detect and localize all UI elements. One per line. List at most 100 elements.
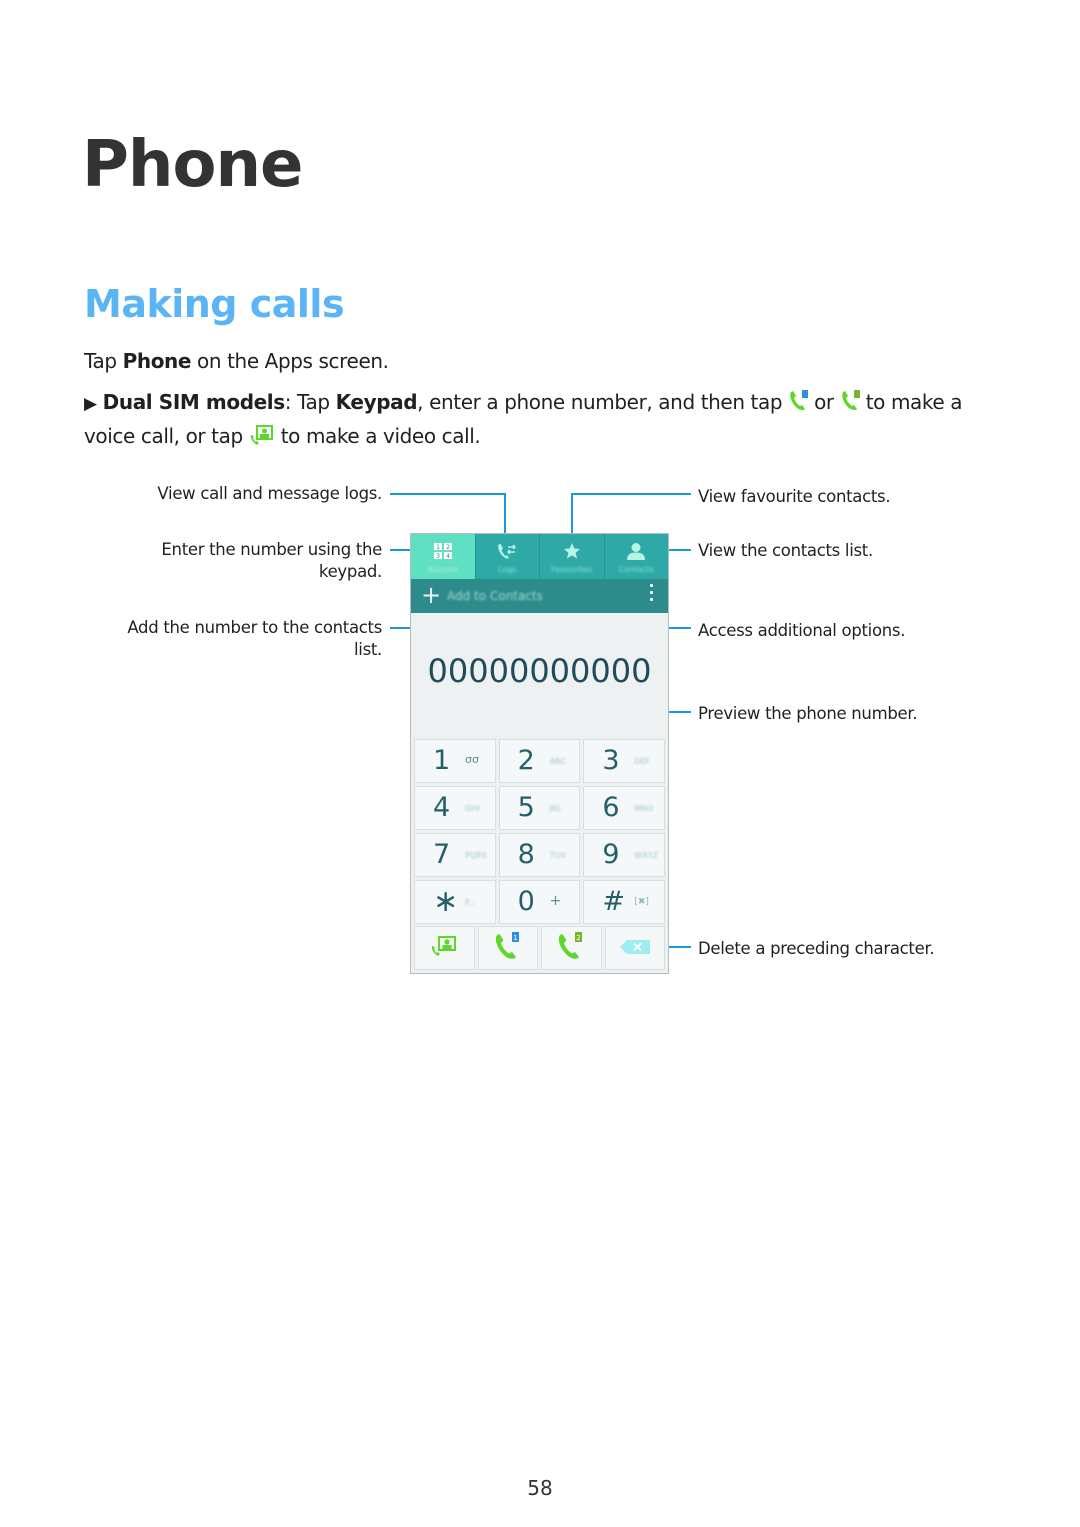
callout-add-contacts-line2: list. — [354, 640, 382, 659]
text: voice call, or tap — [84, 424, 243, 448]
phone-number-display: 00000000000 — [427, 652, 652, 690]
phone-app-name: Phone — [122, 349, 192, 373]
key-letters: GHI — [465, 804, 480, 813]
key-4[interactable]: 4 GHI — [414, 786, 496, 830]
sim2-call-button[interactable]: 2 — [541, 926, 602, 970]
callout-favourites: View favourite contacts. — [698, 487, 891, 506]
text: to make a — [865, 390, 963, 414]
tab-label: Contacts — [618, 565, 654, 574]
key-digit: 6 — [602, 792, 620, 823]
key-letters: DEF — [634, 757, 651, 766]
callout-contacts: View the contacts list. — [698, 541, 873, 560]
text: or — [814, 390, 834, 414]
key-7[interactable]: 7 PQRS — [414, 833, 496, 877]
star-icon — [560, 541, 584, 561]
dual-sim-label: Dual SIM models — [102, 390, 285, 414]
tab-label: Logs — [498, 565, 517, 574]
key-5[interactable]: 5 JKL — [498, 786, 581, 830]
dial-keypad: 1 σσ 2 ABC 3 DEF 4 GHI 5 JKL 6 MNO 7 PQRS 8 TUV … — [414, 739, 665, 924]
key-star[interactable]: ∗ P,; — [414, 880, 496, 924]
text: Tap — [84, 349, 123, 373]
action-bar: + Add to Contacts — [411, 579, 668, 613]
instruction-line-2: ▶ Dual SIM models: Tap Keypad, enter a p… — [84, 389, 962, 414]
phone-dialer-screenshot: 1234 Keypad Logs Favourites Contacts + A… — [410, 533, 669, 974]
key-letters: P,; — [465, 898, 476, 907]
key-digit: 2 — [517, 745, 535, 776]
sim1-call-icon: 1 — [493, 930, 523, 966]
sim1-call-icon — [788, 389, 809, 411]
callout-keypad-line1: Enter the number using the — [161, 540, 382, 559]
tab-label: Favourites — [551, 565, 593, 574]
instruction-line-3: voice call, or tap to make a video call. — [84, 423, 481, 448]
key-3[interactable]: 3 DEF — [583, 739, 665, 783]
page-title: Phone — [82, 128, 303, 202]
contact-icon — [624, 541, 648, 561]
mute-icon: [✖] — [634, 897, 649, 907]
dialer-tab-bar: 1234 Keypad Logs Favourites Contacts — [411, 534, 668, 579]
keypad-icon: 1234 — [431, 541, 455, 561]
sim2-call-icon: 2 — [556, 930, 586, 966]
page-number: 58 — [527, 1476, 553, 1500]
video-call-button[interactable] — [414, 926, 475, 970]
callout-add-contacts-line1: Add the number to the contacts — [127, 618, 382, 637]
key-6[interactable]: 6 MNO — [583, 786, 665, 830]
svg-text:3: 3 — [436, 553, 440, 560]
callout-logs: View call and message logs. — [157, 484, 382, 503]
key-letters: TUV — [549, 851, 566, 860]
add-to-contacts-icon[interactable]: + — [421, 582, 441, 608]
key-2[interactable]: 2 ABC — [498, 739, 581, 783]
text: : Tap — [284, 390, 336, 414]
voicemail-icon: σσ — [465, 753, 479, 766]
key-1[interactable]: 1 σσ — [414, 739, 496, 783]
svg-text:2: 2 — [446, 544, 450, 551]
key-digit: 0 — [517, 886, 535, 917]
more-options-icon[interactable] — [650, 584, 654, 606]
logs-icon — [495, 541, 519, 561]
section-title: Making calls — [84, 282, 345, 326]
key-digit: ∗ — [433, 884, 459, 919]
leader-line — [571, 493, 691, 495]
callout-delete: Delete a preceding character. — [698, 939, 935, 958]
tab-keypad[interactable]: 1234 Keypad — [411, 534, 476, 579]
tab-label: Keypad — [427, 565, 458, 574]
key-digit: 1 — [433, 745, 451, 776]
tab-contacts[interactable]: Contacts — [605, 534, 669, 579]
key-letters: PQRS — [465, 851, 487, 860]
text: , enter a phone number, and then tap — [417, 390, 783, 414]
sim1-call-button[interactable]: 1 — [477, 926, 538, 970]
callout-options: Access additional options. — [698, 621, 906, 640]
key-letters: ABC — [549, 757, 567, 766]
key-0[interactable]: 0 + — [498, 880, 581, 924]
leader-line — [504, 493, 506, 538]
key-hash[interactable]: # [✖] — [583, 880, 665, 924]
call-button-row: 1 2 — [414, 926, 665, 970]
key-digit: 5 — [517, 792, 535, 823]
video-call-icon — [430, 934, 458, 962]
keypad-label: Keypad — [335, 390, 418, 414]
key-digit: 7 — [433, 839, 451, 870]
delete-button[interactable] — [604, 926, 665, 970]
callout-preview: Preview the phone number. — [698, 704, 918, 723]
backspace-icon — [619, 939, 650, 958]
tab-favourites[interactable]: Favourites — [540, 534, 605, 579]
key-letters: MNO — [634, 804, 654, 813]
svg-text:4: 4 — [446, 553, 450, 560]
add-to-contacts-label[interactable]: Add to Contacts — [447, 589, 543, 603]
instruction-line-1: Tap Phone on the Apps screen. — [84, 349, 389, 373]
key-letters: JKL — [549, 804, 562, 813]
text: to make a video call. — [280, 424, 481, 448]
tab-logs[interactable]: Logs — [476, 534, 540, 579]
svg-text:2: 2 — [577, 934, 581, 942]
video-call-icon — [249, 423, 275, 445]
callout-add-contacts: Add the number to the contacts list. — [90, 617, 382, 661]
key-digit: 3 — [602, 745, 620, 776]
key-digit: 4 — [433, 792, 451, 823]
sim2-call-icon — [840, 389, 860, 411]
key-9[interactable]: 9 WXYZ — [583, 833, 665, 877]
bullet-arrow-icon: ▶ — [84, 394, 97, 414]
key-8[interactable]: 8 TUV — [498, 833, 581, 877]
svg-text:1: 1 — [436, 544, 440, 551]
key-letters: + — [549, 893, 562, 909]
callout-keypad-line2: keypad. — [318, 562, 382, 581]
text: on the Apps screen. — [191, 349, 389, 373]
